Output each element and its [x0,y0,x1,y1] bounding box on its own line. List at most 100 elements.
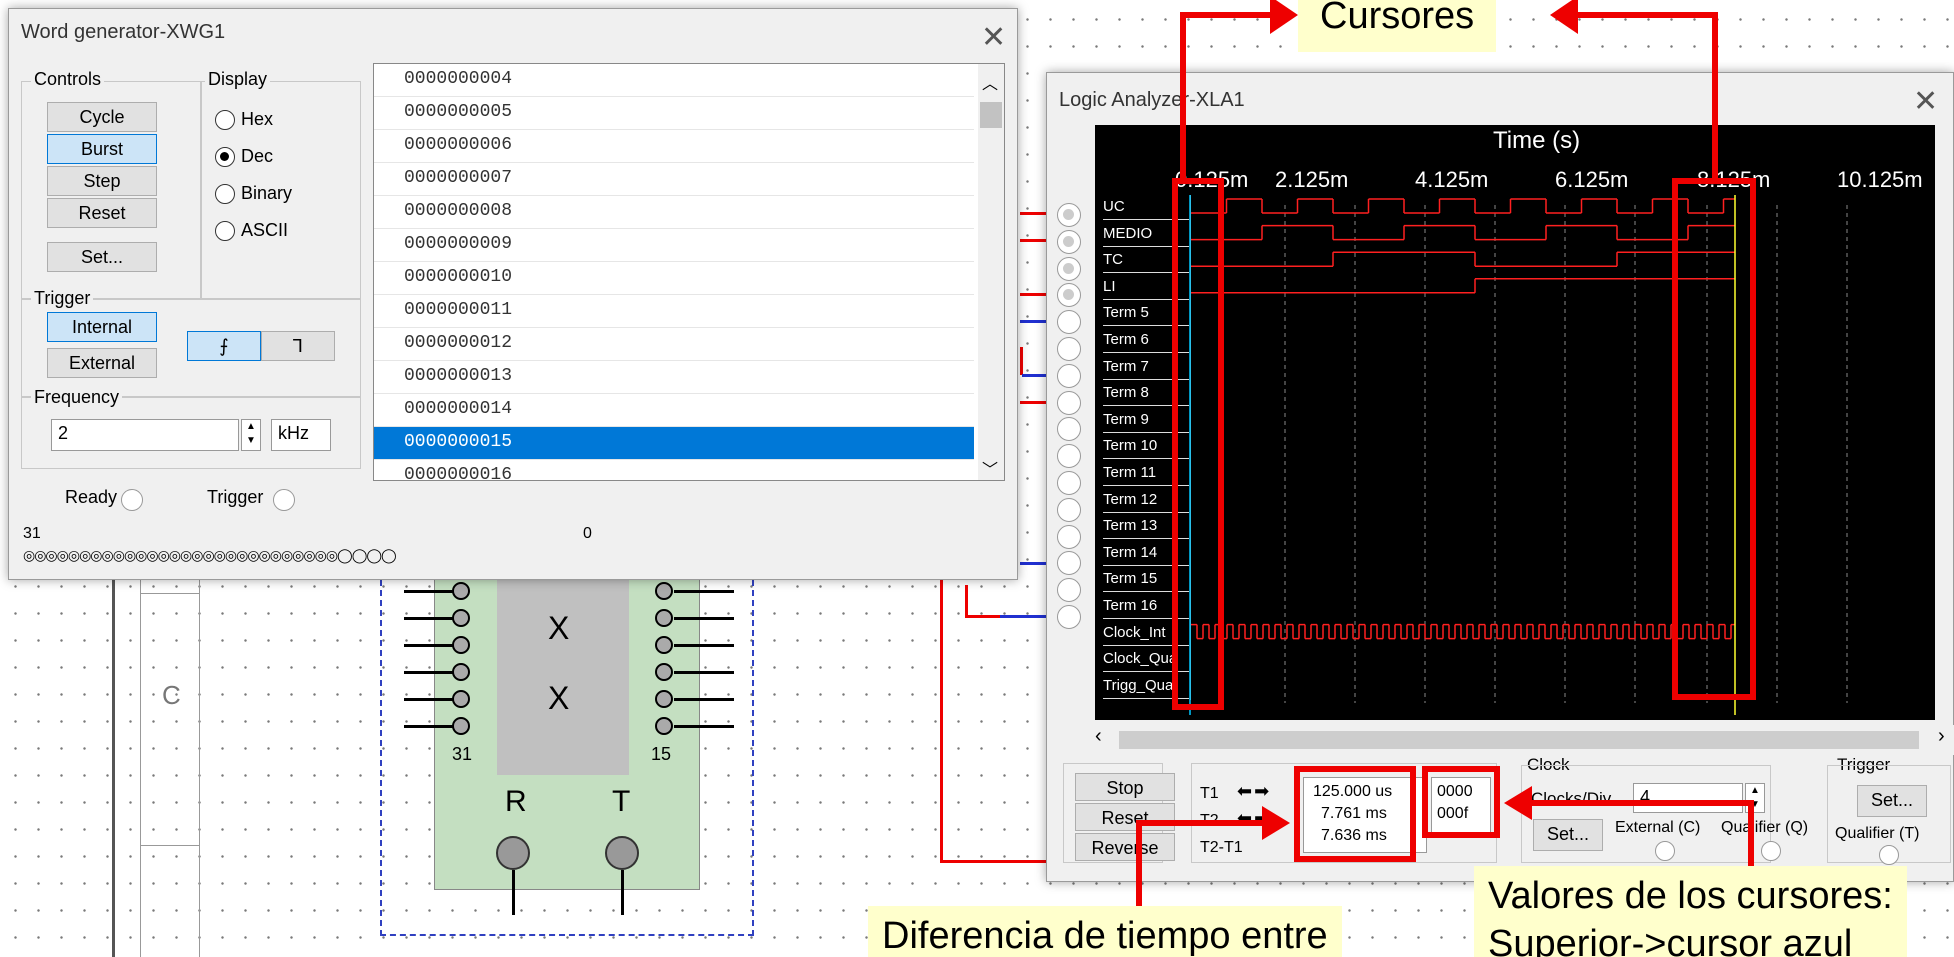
clock-set-button[interactable]: Set... [1533,819,1603,851]
t1-arrows[interactable]: ⬅➡ [1237,781,1271,802]
internal-button[interactable]: Internal [47,312,157,342]
hex-radio[interactable]: Hex [215,109,273,130]
word-row[interactable]: 0000000015 [374,427,974,460]
burst-button[interactable]: Burst [47,134,157,164]
word-list[interactable]: 0000000004 0000000005 0000000006 0000000007… [373,63,1005,481]
word-row[interactable]: 0000000012 [374,328,974,361]
step-button[interactable]: Step [47,166,157,196]
schematic-row-label: C [162,680,181,710]
horizontal-scrollbar[interactable]: ‹ › [1095,725,1954,755]
trigger-indicator [273,489,295,511]
channel-indicator[interactable] [1057,471,1081,495]
trigger-set-button[interactable]: Set... [1857,785,1927,817]
radio-circle-selected [215,146,235,167]
word-row[interactable]: 0000000010 [374,262,974,295]
word-row[interactable]: 0000000007 [374,163,974,196]
close-icon[interactable]: ✕ [1913,87,1938,117]
frequency-input[interactable]: 2 [51,419,239,451]
scroll-thumb[interactable] [1119,731,1919,749]
word-generator-window[interactable]: Word generator-XWG1 ✕ Controls Display C… [8,8,1018,580]
radio-circle [215,109,235,130]
scroll-up-icon[interactable]: ︿ [982,70,998,94]
channel-indicator[interactable] [1057,578,1081,603]
pin-terminal[interactable] [452,690,470,708]
channel-indicator[interactable] [1057,417,1081,442]
clocks-div-input[interactable]: 4 [1633,783,1743,813]
frequency-unit[interactable]: kHz [271,419,331,451]
pin-terminal[interactable] [655,582,673,600]
channel-indicator[interactable] [1057,605,1081,629]
word-row[interactable]: 0000000006 [374,130,974,163]
channel-indicator[interactable] [1057,390,1081,415]
pin-lead [674,698,734,701]
pin-terminal[interactable] [452,582,470,600]
external-clock-label: External (C) [1615,819,1701,836]
channel-indicator[interactable] [1057,310,1081,335]
pin-lead [674,617,734,620]
word-row[interactable]: 0000000008 [374,196,974,229]
channel-indicator[interactable] [1057,229,1081,254]
dec-radio[interactable]: Dec [215,146,273,167]
channel-indicator[interactable] [1057,363,1081,388]
ready-label: Ready [65,487,118,507]
pin-terminal[interactable] [452,609,470,627]
pin-terminal[interactable] [452,663,470,681]
pin-terminal[interactable] [655,609,673,627]
t-label: T [612,785,631,818]
channel-indicator[interactable] [1057,203,1081,227]
rising-edge-button[interactable]: ⨍ [187,331,261,361]
valores-note: Valores de los cursores: Superior->curso… [1474,866,1907,957]
cursor-values-highlight-box [1422,766,1500,838]
channel-indicator[interactable] [1057,497,1081,522]
pin-terminal[interactable] [655,717,673,735]
channel-indicator[interactable] [1057,256,1081,281]
scroll-right-icon[interactable]: › [1938,725,1945,748]
channel-indicator[interactable] [1057,337,1081,361]
t2-t1-label: T2-T1 [1200,839,1243,856]
binary-radio[interactable]: Binary [215,183,292,204]
reset-button[interactable]: Reset [47,198,157,228]
word-row[interactable]: 0000000009 [374,229,974,262]
cycle-button[interactable]: Cycle [47,102,157,132]
word-row[interactable]: 0000000005 [374,97,974,130]
pin-terminal[interactable] [452,636,470,654]
channel-indicator[interactable] [1057,283,1081,308]
pin-terminal[interactable] [655,663,673,681]
word-row[interactable]: 0000000004 [374,64,974,97]
stop-button[interactable]: Stop [1075,773,1175,801]
word-generator-title: Word generator-XWG1 [21,21,226,43]
arrow-right-icon [1270,0,1298,34]
word-row[interactable]: 0000000016 [374,460,974,480]
pin-terminal[interactable] [655,690,673,708]
scroll-down-icon[interactable]: ﹀ [982,456,998,480]
external-button[interactable]: External [47,348,157,378]
ascii-label: ASCII [241,220,289,240]
close-icon[interactable]: ✕ [981,23,1006,53]
external-clock-indicator [1655,841,1675,861]
set-button[interactable]: Set... [47,242,157,272]
annotation-line [1180,12,1280,18]
r-terminal[interactable] [496,836,530,870]
channel-indicator[interactable] [1057,524,1081,549]
diferencia-note: Diferencia de tiempo entre [868,906,1342,957]
word-row[interactable]: 0000000014 [374,394,974,427]
pin-lead [674,590,734,593]
scroll-thumb[interactable] [980,102,1002,128]
trigger-status-label: Trigger [207,487,264,507]
pin-terminal[interactable] [452,717,470,735]
frequency-spinner[interactable]: ▲ ▼ [241,419,261,451]
ascii-radio[interactable]: ASCII [215,220,288,241]
pin-terminal[interactable] [655,636,673,654]
word-row[interactable]: 0000000011 [374,295,974,328]
word-row[interactable]: 0000000013 [374,361,974,394]
valores-line2: Superior->cursor azul [1488,923,1853,957]
wire [1020,347,1023,375]
dec-label: Dec [241,146,274,166]
t-terminal[interactable] [605,836,639,870]
reverse-button[interactable]: Reverse [1075,833,1175,861]
channel-indicator[interactable] [1057,444,1081,469]
reset-button[interactable]: Reset [1075,803,1175,831]
falling-edge-button[interactable]: ⅂ [261,331,335,361]
channel-indicator[interactable] [1057,551,1081,576]
scroll-left-icon[interactable]: ‹ [1095,725,1102,748]
